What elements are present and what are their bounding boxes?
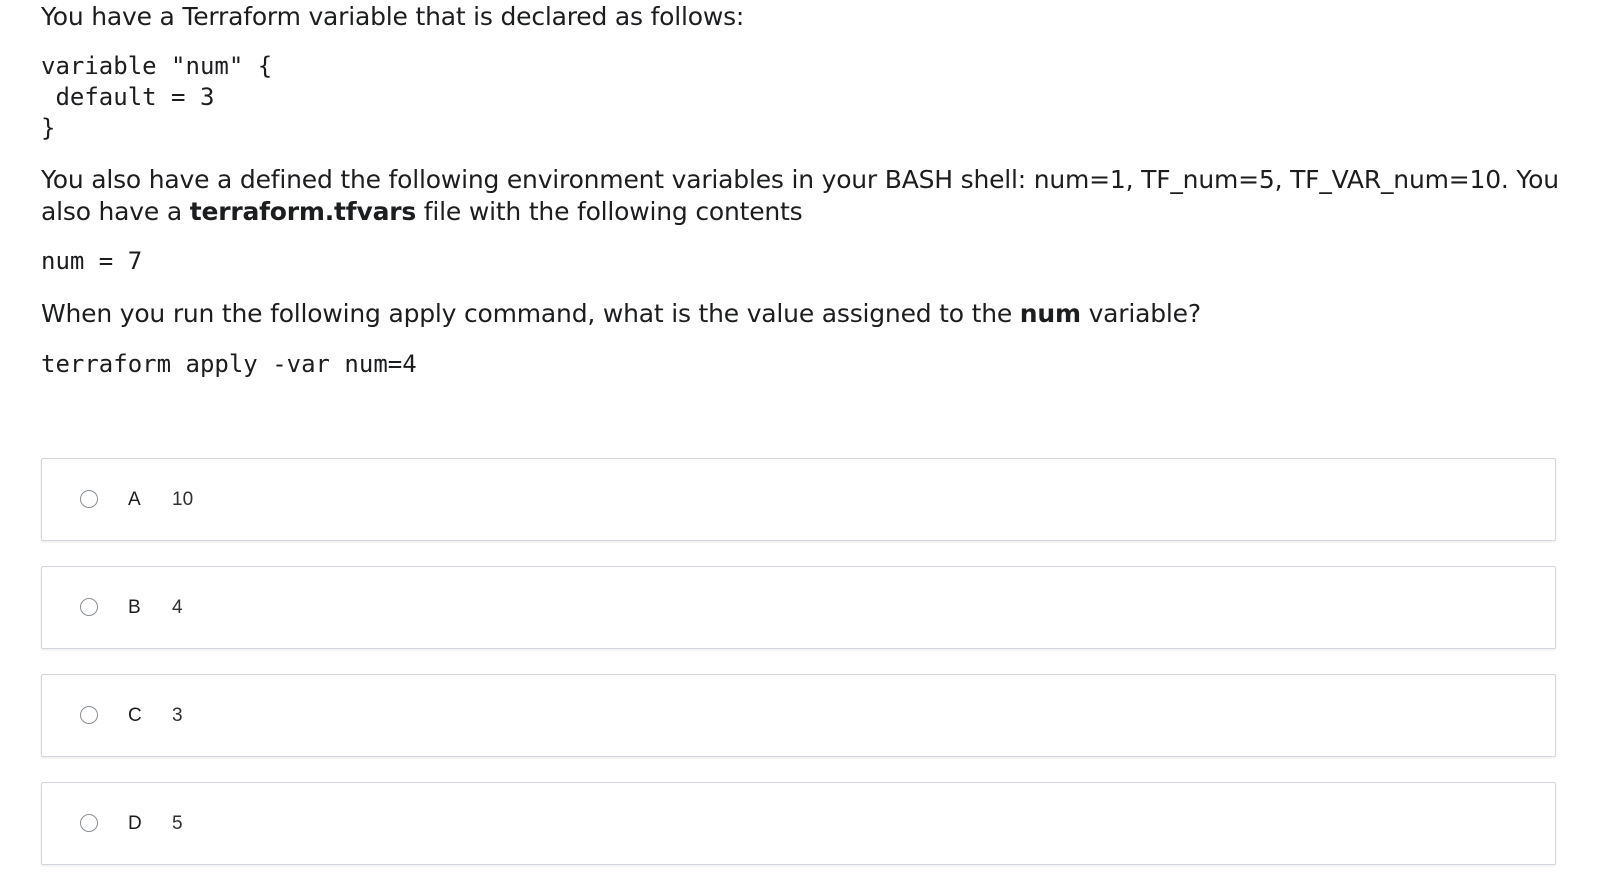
answer-value: 10 [172, 489, 194, 510]
tfvars-filename: terraform.tfvars [189, 197, 417, 226]
answer-letter: D [128, 813, 142, 834]
ask-text: When you run the following apply command… [41, 299, 1020, 328]
answer-option-c[interactable]: C 3 [41, 674, 1556, 757]
code-block-variable: variable "num" { default = 3} [41, 51, 1561, 144]
radio-button-icon[interactable] [80, 706, 98, 724]
question-body: You have a Terraform variable that is de… [41, 0, 1561, 380]
code-line: } [41, 114, 56, 142]
answer-option-b[interactable]: B 4 [41, 566, 1556, 649]
radio-button-icon[interactable] [80, 598, 98, 616]
answer-list: A 10 B 4 C 3 D 5 [41, 458, 1556, 890]
code-line: default = 3 [41, 83, 215, 111]
code-block-tfvars: num = 7 [41, 247, 143, 275]
question-ask: When you run the following apply command… [41, 298, 1561, 330]
radio-button-icon[interactable] [80, 490, 98, 508]
answer-option-d[interactable]: D 5 [41, 782, 1556, 865]
variable-name: num [1019, 299, 1081, 328]
ask-tail: variable? [1080, 299, 1202, 328]
answer-letter: C [128, 705, 142, 726]
question-intro: You have a Terraform variable that is de… [41, 2, 745, 31]
code-line: variable "num" { [41, 52, 273, 80]
answer-value: 3 [172, 705, 183, 726]
answer-letter: B [128, 597, 141, 618]
question-env-text: You also have a defined the following en… [41, 164, 1561, 228]
answer-option-a[interactable]: A 10 [41, 458, 1556, 541]
answer-value: 5 [172, 813, 183, 834]
answer-letter: A [128, 489, 141, 510]
radio-button-icon[interactable] [80, 814, 98, 832]
env-tail: file with the following contents [416, 197, 803, 226]
code-block-command: terraform apply -var num=4 [41, 350, 417, 378]
answer-value: 4 [172, 597, 183, 618]
